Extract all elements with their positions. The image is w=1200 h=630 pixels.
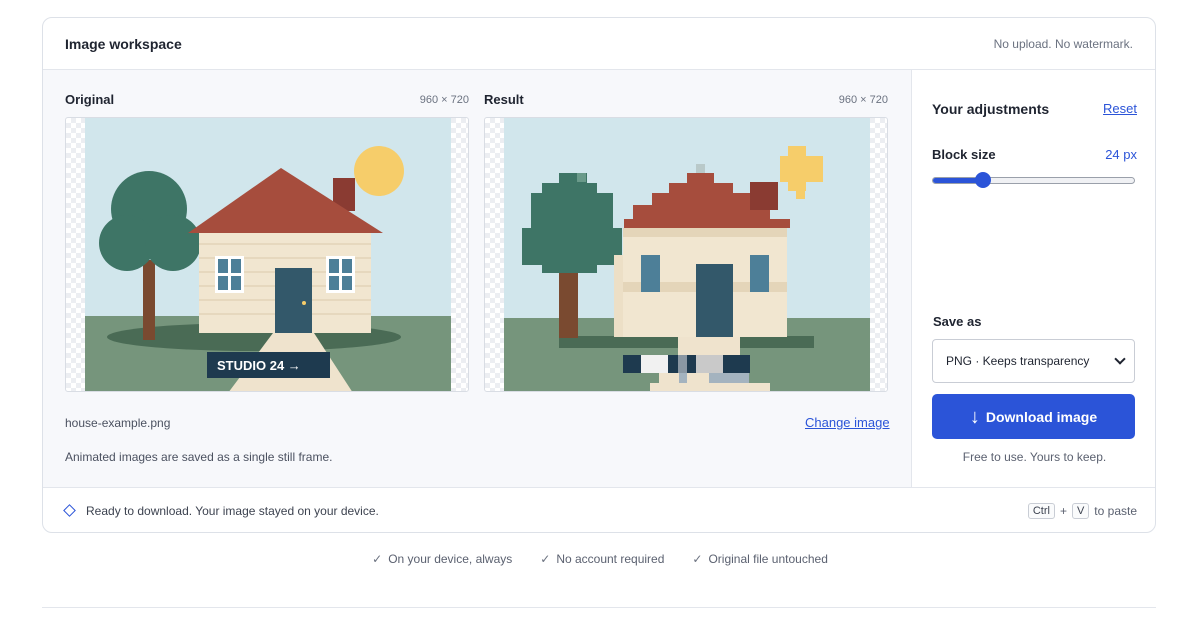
download-label: Download image <box>985 408 1098 425</box>
diamond-icon <box>63 504 76 517</box>
slider-track <box>932 177 1135 184</box>
v-key: V <box>1071 502 1090 519</box>
arrow-down-icon: ↓ <box>969 406 980 428</box>
paste-hint: Ctrl + V to paste <box>1027 502 1137 519</box>
block-size-label: Block size <box>932 147 996 162</box>
overlay-text: STUDIO 24 → <box>217 358 301 373</box>
image-workspace-card: Image workspace No upload. No watermark.… <box>42 17 1156 533</box>
status-bar: Ready to download. Your image stayed on … <box>43 487 1155 532</box>
privacy-note: No upload. No watermark. <box>993 36 1133 51</box>
badge-device: ✓ On your device, always <box>372 552 513 566</box>
original-dimensions: 960 × 720 <box>419 93 469 106</box>
save-as-label: Save as <box>933 314 982 329</box>
paste-suffix: to paste <box>1094 503 1137 518</box>
original-image-frame: STUDIO 24 → <box>65 117 469 392</box>
status-text: Ready to download. Your image stayed on … <box>86 503 379 518</box>
change-image-link[interactable]: Change image <box>805 415 890 430</box>
ctrl-key: Ctrl <box>1027 502 1055 519</box>
preview-area: Original 960 × 720 STUDIO 24 → Result 96… <box>43 70 912 487</box>
block-size-value: 24 px <box>1105 147 1137 162</box>
adjustments-title: Your adjustments <box>932 101 1050 117</box>
download-button[interactable]: ↓ Download image <box>932 394 1135 439</box>
workspace-header: Image workspace No upload. No watermark. <box>43 18 1155 70</box>
animated-note: Animated images are saved as a single st… <box>65 450 333 464</box>
badge-original: ✓ Original file untouched <box>692 552 828 566</box>
free-note: Free to use. Yours to keep. <box>962 450 1107 464</box>
check-icon: ✓ <box>692 552 703 566</box>
workspace-title: Image workspace <box>65 35 182 52</box>
check-icon: ✓ <box>540 552 551 566</box>
chevron-down-icon <box>1114 353 1126 365</box>
slider-thumb[interactable] <box>974 172 991 188</box>
pixelated-house-image <box>504 118 870 391</box>
result-image-frame <box>484 117 888 392</box>
format-select[interactable]: PNG · Keeps transparency <box>932 339 1135 383</box>
badge-account: ✓ No account required <box>540 552 665 566</box>
check-icon: ✓ <box>372 552 383 566</box>
reset-button[interactable]: Reset <box>1103 101 1137 116</box>
block-size-slider[interactable] <box>932 172 1135 188</box>
plus-sign: + <box>1059 503 1067 518</box>
result-dimensions: 960 × 720 <box>838 93 888 106</box>
adjustments-panel: Your adjustments Reset Block size 24 px … <box>912 70 1155 487</box>
divider <box>42 607 1156 608</box>
original-house-image: STUDIO 24 → <box>85 118 451 391</box>
file-name: house-example.png <box>65 416 171 430</box>
result-label: Result <box>484 92 524 107</box>
trust-badges: ✓ On your device, always ✓ No account requ… <box>0 552 1200 566</box>
original-label: Original <box>65 92 115 107</box>
format-select-value: PNG · Keeps transparency <box>946 354 1090 368</box>
